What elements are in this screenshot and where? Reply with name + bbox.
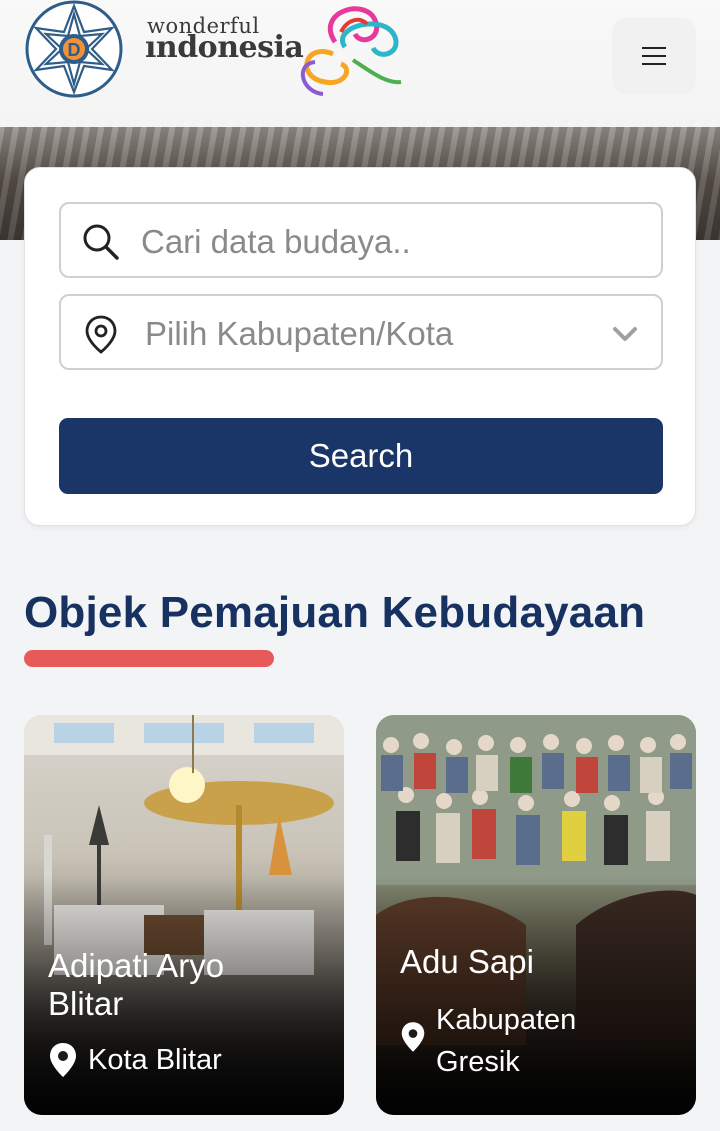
- logo-emblem[interactable]: D: [24, 0, 124, 98]
- search-icon: [83, 224, 119, 260]
- region-placeholder: Pilih Kabupaten/Kota: [145, 315, 454, 352]
- card-title: Adu Sapi: [400, 943, 680, 981]
- card-title-line: Adipati Aryo: [48, 947, 225, 984]
- chevron-down-icon: [613, 327, 637, 341]
- card-location-text: Gresik: [436, 1046, 520, 1078]
- search-input[interactable]: Cari data budaya..: [59, 202, 663, 278]
- card-title: Adipati Aryo Blitar: [48, 947, 328, 1023]
- menu-button[interactable]: [612, 18, 696, 94]
- logo-letter: D: [68, 40, 81, 60]
- culture-card-adu-sapi[interactable]: Adu Sapi Kabupaten Gresik: [376, 715, 696, 1115]
- search-card: Cari data budaya.. Pilih Kabupaten/Kota …: [24, 167, 696, 526]
- card-title-line: Blitar: [48, 985, 124, 1022]
- card-location: Kota Blitar: [48, 1039, 222, 1081]
- region-select[interactable]: Pilih Kabupaten/Kota: [59, 294, 663, 370]
- location-pin-icon: [85, 315, 117, 354]
- card-title-line: Adu Sapi: [400, 943, 534, 980]
- wonderful-indonesia-logo[interactable]: wonderful ındonesia: [145, 2, 405, 98]
- garuda-swirl-icon: [300, 6, 402, 96]
- location-pin-icon: [401, 1022, 425, 1052]
- location-pin-icon: [50, 1043, 76, 1077]
- culture-card-adipati-aryo-blitar[interactable]: Adipati Aryo Blitar Kota Blitar: [24, 715, 344, 1115]
- section-title-underline: [24, 650, 274, 667]
- hamburger-icon: [642, 47, 666, 65]
- card-location: Kabupaten Gresik: [400, 999, 576, 1083]
- site-header: D wonderful ındonesia: [0, 0, 720, 127]
- card-location-text: Kota Blitar: [88, 1044, 222, 1076]
- card-location-text: Kabupaten: [436, 1004, 577, 1036]
- search-placeholder: Cari data budaya..: [141, 223, 411, 260]
- section-title: Objek Pemajuan Kebudayaan: [24, 588, 646, 637]
- search-button[interactable]: Search: [59, 418, 663, 494]
